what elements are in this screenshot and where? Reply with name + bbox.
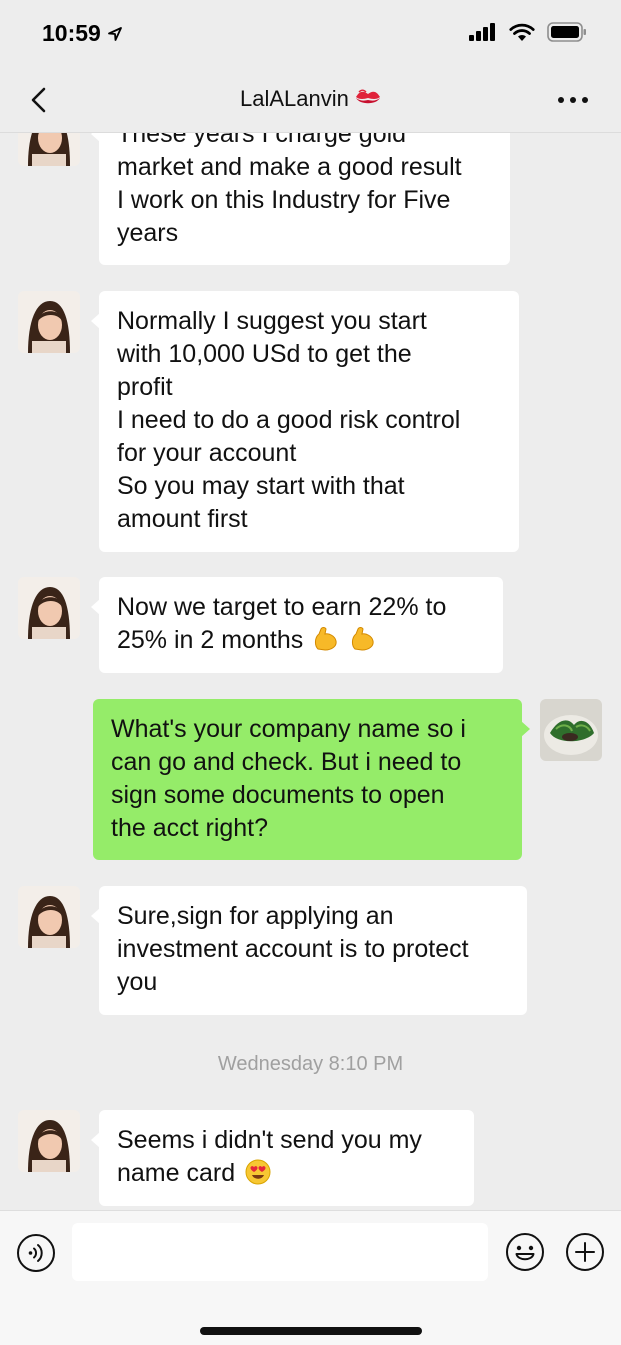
wifi-icon xyxy=(509,23,535,41)
message-line: can go and check. But i need to xyxy=(111,748,462,776)
message-line: I need to do a good risk control xyxy=(117,406,461,434)
message-line: What's your company name so i xyxy=(111,715,466,743)
emoji-picker-button[interactable] xyxy=(505,1232,545,1272)
message-line: These years I charge gold xyxy=(117,133,407,148)
my-avatar-image xyxy=(540,699,602,761)
message-bubble-incoming[interactable]: Seems i didn't send you my name card xyxy=(91,1110,474,1206)
heart-eyes-icon xyxy=(245,1159,271,1185)
message-line: Normally I suggest you start xyxy=(117,307,427,335)
message-line: you xyxy=(117,968,158,996)
voice-input-button[interactable] xyxy=(16,1233,56,1273)
message-bubble-incoming[interactable]: Sure,sign for applying an investment acc… xyxy=(91,886,527,1015)
message-line: So you may start with that xyxy=(117,472,405,500)
contact-avatar-image xyxy=(18,577,80,639)
message-bubble-incoming[interactable]: Normally I suggest you start with 10,000… xyxy=(91,291,519,552)
message-line: amount first xyxy=(117,505,248,533)
status-bar: 10:59 xyxy=(0,0,621,68)
message-line: years xyxy=(117,219,179,247)
flexed-biceps-icon xyxy=(352,627,374,651)
message-line: I work on this Industry for Five xyxy=(117,186,451,214)
contact-avatar[interactable] xyxy=(18,577,80,639)
cellular-signal-icon xyxy=(469,23,495,41)
flexed-biceps-icon xyxy=(315,627,337,651)
contact-avatar-image xyxy=(18,133,80,166)
more-options-button[interactable] xyxy=(555,90,591,110)
message-line: Now we target to earn 22% to xyxy=(117,593,447,621)
message-bubble-incoming[interactable]: These years I charge gold market and mak… xyxy=(91,133,510,265)
message-line-with-emoji: 25% in 2 months xyxy=(117,624,485,657)
kiss-lips-icon xyxy=(356,89,380,104)
message-line: investment account is to protect xyxy=(117,935,469,963)
message-line: Sure,sign for applying an xyxy=(117,902,394,930)
status-time-text: 10:59 xyxy=(42,20,101,46)
contact-avatar[interactable] xyxy=(18,1110,80,1172)
contact-avatar-image xyxy=(18,886,80,948)
message-line: profit xyxy=(117,373,173,401)
message-line: 25% in 2 months xyxy=(117,626,304,654)
message-line: for your account xyxy=(117,439,297,467)
battery-icon xyxy=(547,22,586,42)
message-bubble-incoming[interactable]: Now we target to earn 22% to 25% in 2 mo… xyxy=(91,577,503,673)
message-timestamp: Wednesday 8:10 PM xyxy=(217,1053,404,1075)
chat-title: LalALanvin xyxy=(0,86,621,112)
message-bubble-outgoing[interactable]: What's your company name so i can go and… xyxy=(93,699,530,860)
message-line: with 10,000 USd to get the xyxy=(117,340,412,368)
message-line: the acct right? xyxy=(111,814,269,842)
location-arrow-icon xyxy=(107,26,122,41)
status-icons xyxy=(469,22,587,42)
contact-avatar-image xyxy=(18,1110,80,1172)
contact-avatar[interactable] xyxy=(18,886,80,948)
contact-name: LalALanvin xyxy=(240,86,349,111)
message-line-with-emoji: name card xyxy=(117,1157,456,1190)
contact-avatar[interactable] xyxy=(18,291,80,353)
contact-avatar-image xyxy=(18,291,80,353)
message-line: name card xyxy=(117,1159,236,1187)
add-attachment-button[interactable] xyxy=(565,1232,605,1272)
home-indicator[interactable] xyxy=(200,1327,422,1335)
message-input[interactable] xyxy=(72,1223,488,1281)
message-line: sign some documents to open xyxy=(111,781,445,809)
message-line: Seems i didn't send you my xyxy=(117,1126,422,1154)
message-line: market and make a good result xyxy=(117,153,462,181)
input-bar xyxy=(0,1210,621,1345)
status-time: 10:59 xyxy=(42,20,123,47)
chat-header: LalALanvin xyxy=(0,68,621,133)
my-avatar[interactable] xyxy=(540,699,602,761)
chat-message-list[interactable]: These years I charge gold market and mak… xyxy=(0,133,621,1208)
contact-avatar[interactable] xyxy=(18,133,80,166)
